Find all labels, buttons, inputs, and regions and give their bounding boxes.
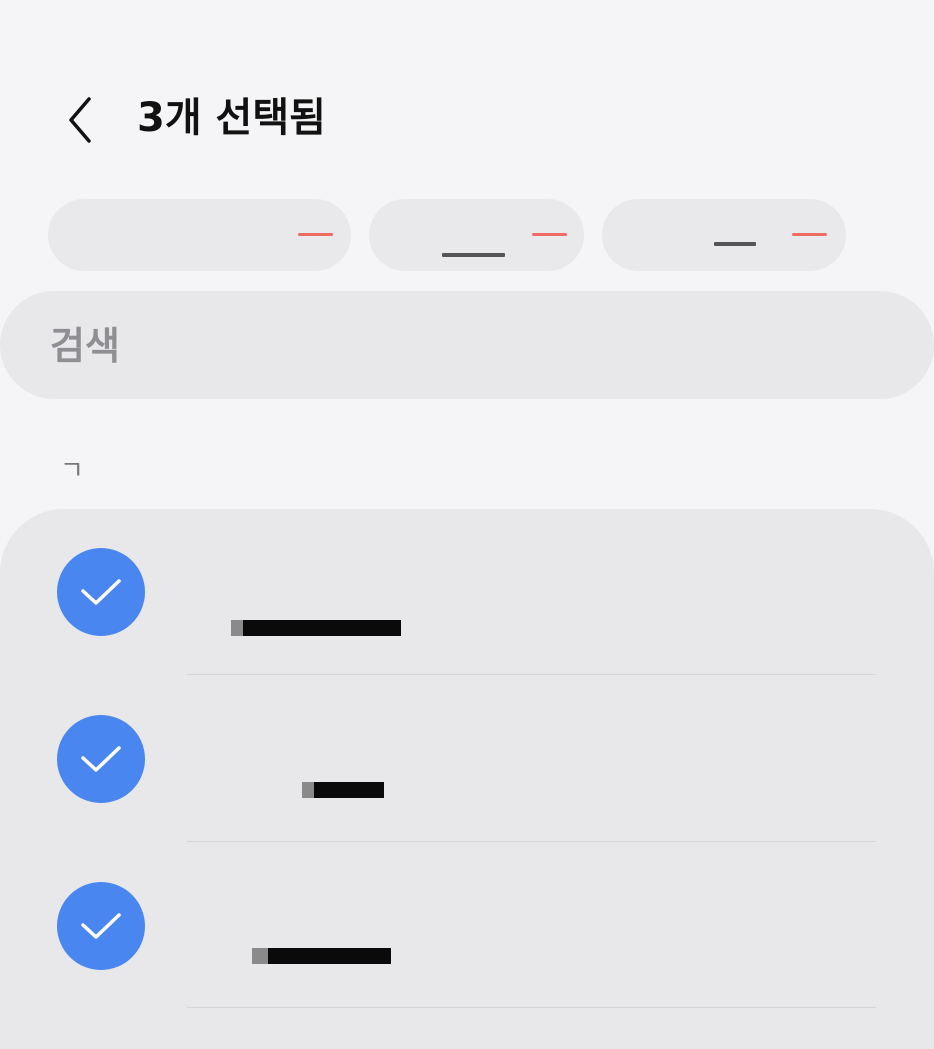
redacted-name	[268, 948, 391, 964]
divider	[187, 1007, 876, 1008]
selected-chip[interactable]	[602, 199, 846, 271]
contact-row[interactable]	[0, 842, 934, 1008]
chevron-left-icon	[69, 97, 91, 143]
selected-chip[interactable]	[369, 199, 584, 271]
section-index-label: ㄱ	[60, 456, 84, 486]
selected-checkbox[interactable]	[57, 548, 145, 636]
selected-checkbox[interactable]	[57, 715, 145, 803]
contact-row[interactable]	[0, 675, 934, 841]
redacted-name	[252, 948, 268, 964]
top-app-bar: 3개 선택됨	[0, 70, 934, 170]
redacted-name	[243, 620, 401, 636]
remove-icon[interactable]	[532, 233, 567, 236]
redacted-name	[302, 782, 314, 798]
redacted-name	[314, 782, 384, 798]
search-input[interactable]	[48, 291, 872, 401]
search-bar[interactable]	[0, 291, 934, 401]
remove-icon[interactable]	[792, 233, 827, 236]
check-icon	[81, 746, 121, 772]
redacted-name	[714, 242, 756, 246]
page-title: 3개 선택됨	[137, 95, 326, 141]
redacted-name	[231, 620, 243, 636]
contact-list	[0, 509, 934, 1049]
check-icon	[81, 913, 121, 939]
contact-row[interactable]	[0, 509, 934, 675]
remove-icon[interactable]	[298, 233, 333, 236]
check-icon	[81, 579, 121, 605]
selected-chip[interactable]	[48, 199, 351, 271]
redacted-name	[442, 253, 505, 257]
back-button[interactable]	[50, 90, 110, 150]
selected-checkbox[interactable]	[57, 882, 145, 970]
